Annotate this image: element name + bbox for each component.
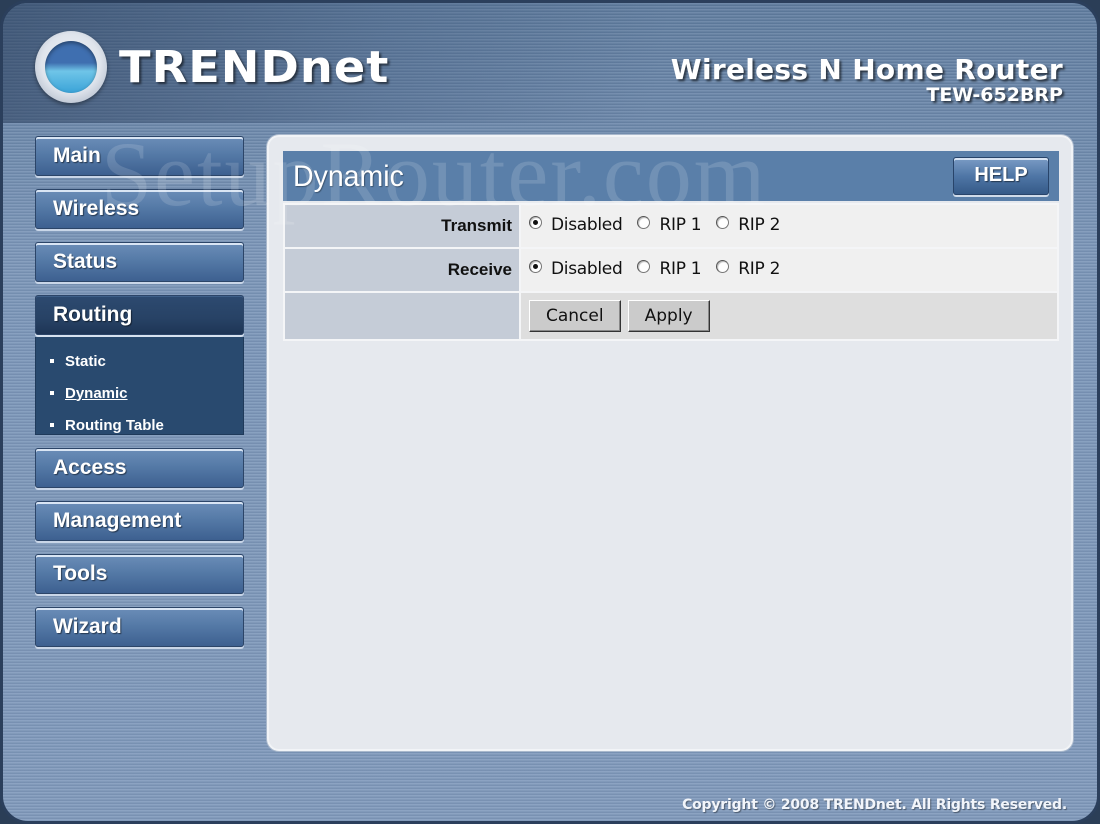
bullet-icon — [50, 359, 54, 363]
bullet-icon — [50, 391, 54, 395]
radio-label: RIP 2 — [738, 259, 781, 280]
submenu-item-static[interactable]: Static — [50, 345, 243, 377]
submenu-label: Dynamic — [65, 384, 128, 402]
receive-disabled-option[interactable]: Disabled — [529, 259, 623, 280]
transmit-rip1-option[interactable]: RIP 1 — [637, 215, 702, 236]
actions-cell: Cancel Apply — [519, 291, 1059, 341]
sidebar-item-tools[interactable]: Tools — [35, 554, 244, 594]
sidebar-group-routing: Routing Static Dynamic Routing Table — [35, 295, 244, 435]
transmit-row: Transmit Disabled RIP 1 RIP 2 — [283, 203, 1059, 249]
dynamic-routing-form: Transmit Disabled RIP 1 RIP 2 Receive Di… — [283, 203, 1059, 341]
radio-unselected-icon[interactable] — [637, 259, 651, 273]
actions-row: Cancel Apply — [283, 291, 1059, 341]
radio-label: Disabled — [551, 215, 623, 236]
transmit-options: Disabled RIP 1 RIP 2 — [519, 203, 1059, 249]
radio-label: RIP 2 — [738, 215, 781, 236]
copyright-text: Copyright © 2008 TRENDnet. All Rights Re… — [682, 797, 1067, 813]
product-model: TEW-652BRP — [926, 84, 1063, 106]
cancel-button[interactable]: Cancel — [529, 300, 621, 332]
receive-label: Receive — [283, 247, 521, 293]
radio-label: RIP 1 — [659, 259, 702, 280]
radio-label: Disabled — [551, 259, 623, 280]
sidebar-item-management[interactable]: Management — [35, 501, 244, 541]
actions-label-cell — [283, 291, 521, 341]
submenu-label: Static — [65, 352, 106, 370]
apply-button[interactable]: Apply — [627, 300, 710, 332]
transmit-rip2-option[interactable]: RIP 2 — [716, 215, 780, 235]
panel-header: Dynamic HELP — [283, 151, 1059, 201]
sidebar-item-main[interactable]: Main — [35, 136, 244, 176]
sidebar-item-routing[interactable]: Routing — [35, 295, 244, 335]
product-name: Wireless N Home Router — [670, 53, 1063, 86]
router-admin-frame: TRENDnet Wireless N Home Router TEW-652B… — [0, 0, 1100, 824]
radio-label: RIP 1 — [659, 215, 702, 236]
trendnet-globe-icon — [35, 31, 107, 103]
transmit-label: Transmit — [283, 203, 521, 249]
content-panel: Dynamic HELP Transmit Disabled RIP 1 RIP… — [267, 135, 1073, 751]
trendnet-logo: TRENDnet — [35, 31, 388, 103]
sidebar-item-wireless[interactable]: Wireless — [35, 189, 244, 229]
brand-name: TRENDnet — [119, 41, 390, 93]
sidebar-item-status[interactable]: Status — [35, 242, 244, 282]
radio-unselected-icon[interactable] — [716, 215, 730, 229]
radio-unselected-icon[interactable] — [716, 259, 730, 273]
receive-row: Receive Disabled RIP 1 RIP 2 — [283, 247, 1059, 293]
transmit-disabled-option[interactable]: Disabled — [529, 215, 623, 236]
radio-selected-icon[interactable] — [529, 215, 542, 229]
sidebar-item-wizard[interactable]: Wizard — [35, 607, 244, 647]
routing-submenu: Static Dynamic Routing Table — [35, 337, 244, 435]
product-info: Wireless N Home Router TEW-652BRP — [671, 53, 1063, 106]
radio-unselected-icon[interactable] — [637, 215, 651, 229]
receive-rip2-option[interactable]: RIP 2 — [716, 259, 780, 279]
bullet-icon — [50, 423, 54, 427]
submenu-label: Routing Table — [65, 416, 164, 434]
radio-selected-icon[interactable] — [529, 259, 542, 273]
submenu-item-routing-table[interactable]: Routing Table — [50, 409, 243, 441]
submenu-item-dynamic[interactable]: Dynamic — [50, 377, 243, 409]
sidebar-nav: Main Wireless Status Routing Static Dyna… — [35, 136, 244, 660]
receive-rip1-option[interactable]: RIP 1 — [637, 259, 702, 280]
help-button[interactable]: HELP — [953, 157, 1049, 195]
sidebar-item-access[interactable]: Access — [35, 448, 244, 488]
page-title: Dynamic — [293, 160, 404, 193]
receive-options: Disabled RIP 1 RIP 2 — [519, 247, 1059, 293]
